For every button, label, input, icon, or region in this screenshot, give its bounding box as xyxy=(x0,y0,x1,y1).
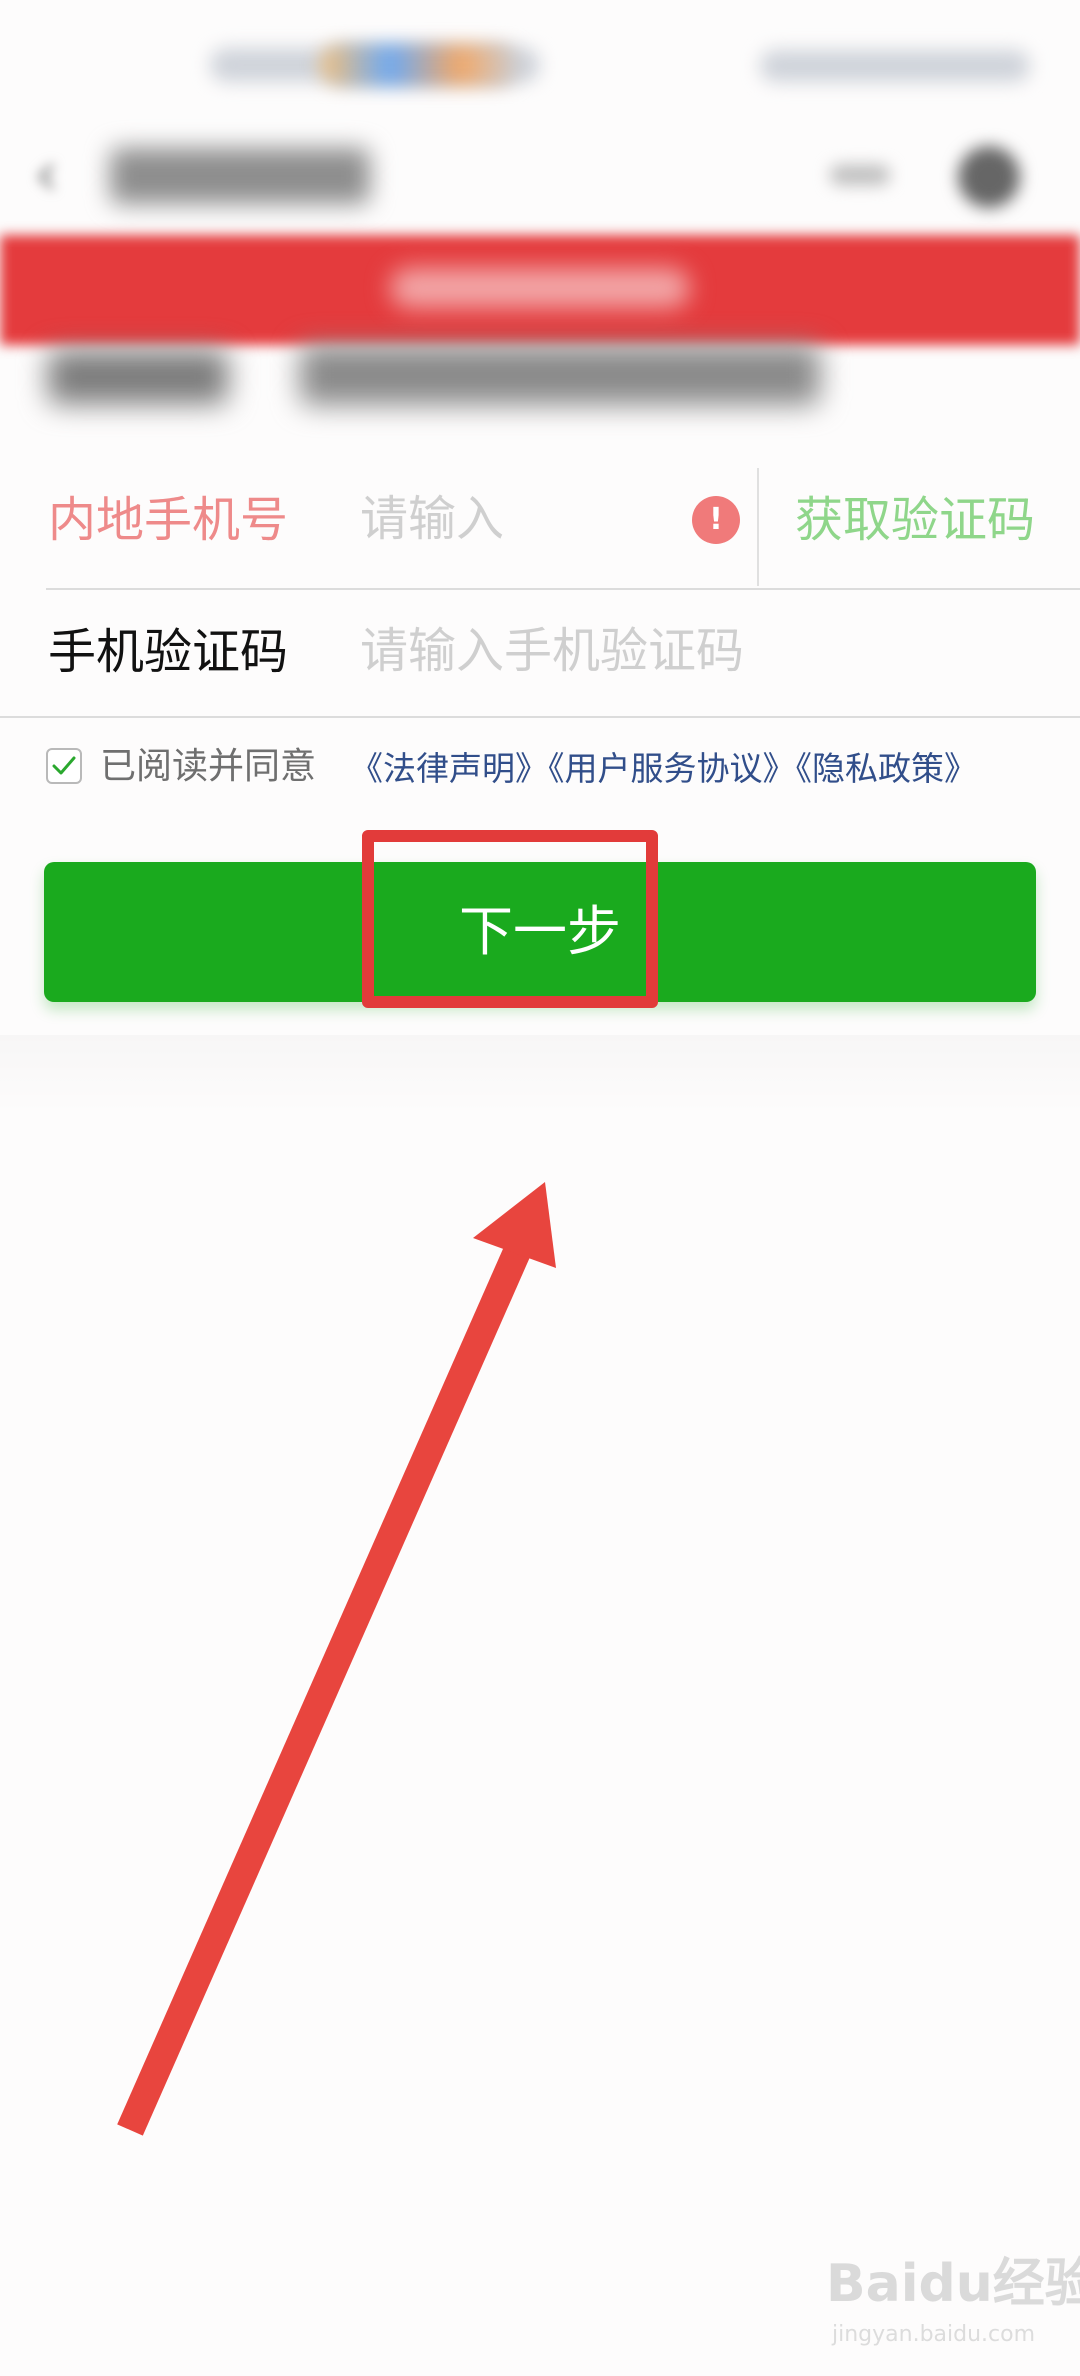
annotation-arrow-icon xyxy=(117,1182,556,2136)
baidu-watermark-logo: Baidu经验 xyxy=(826,2254,1080,2314)
baidu-watermark-url: jingyan.baidu.com xyxy=(832,2322,1036,2347)
